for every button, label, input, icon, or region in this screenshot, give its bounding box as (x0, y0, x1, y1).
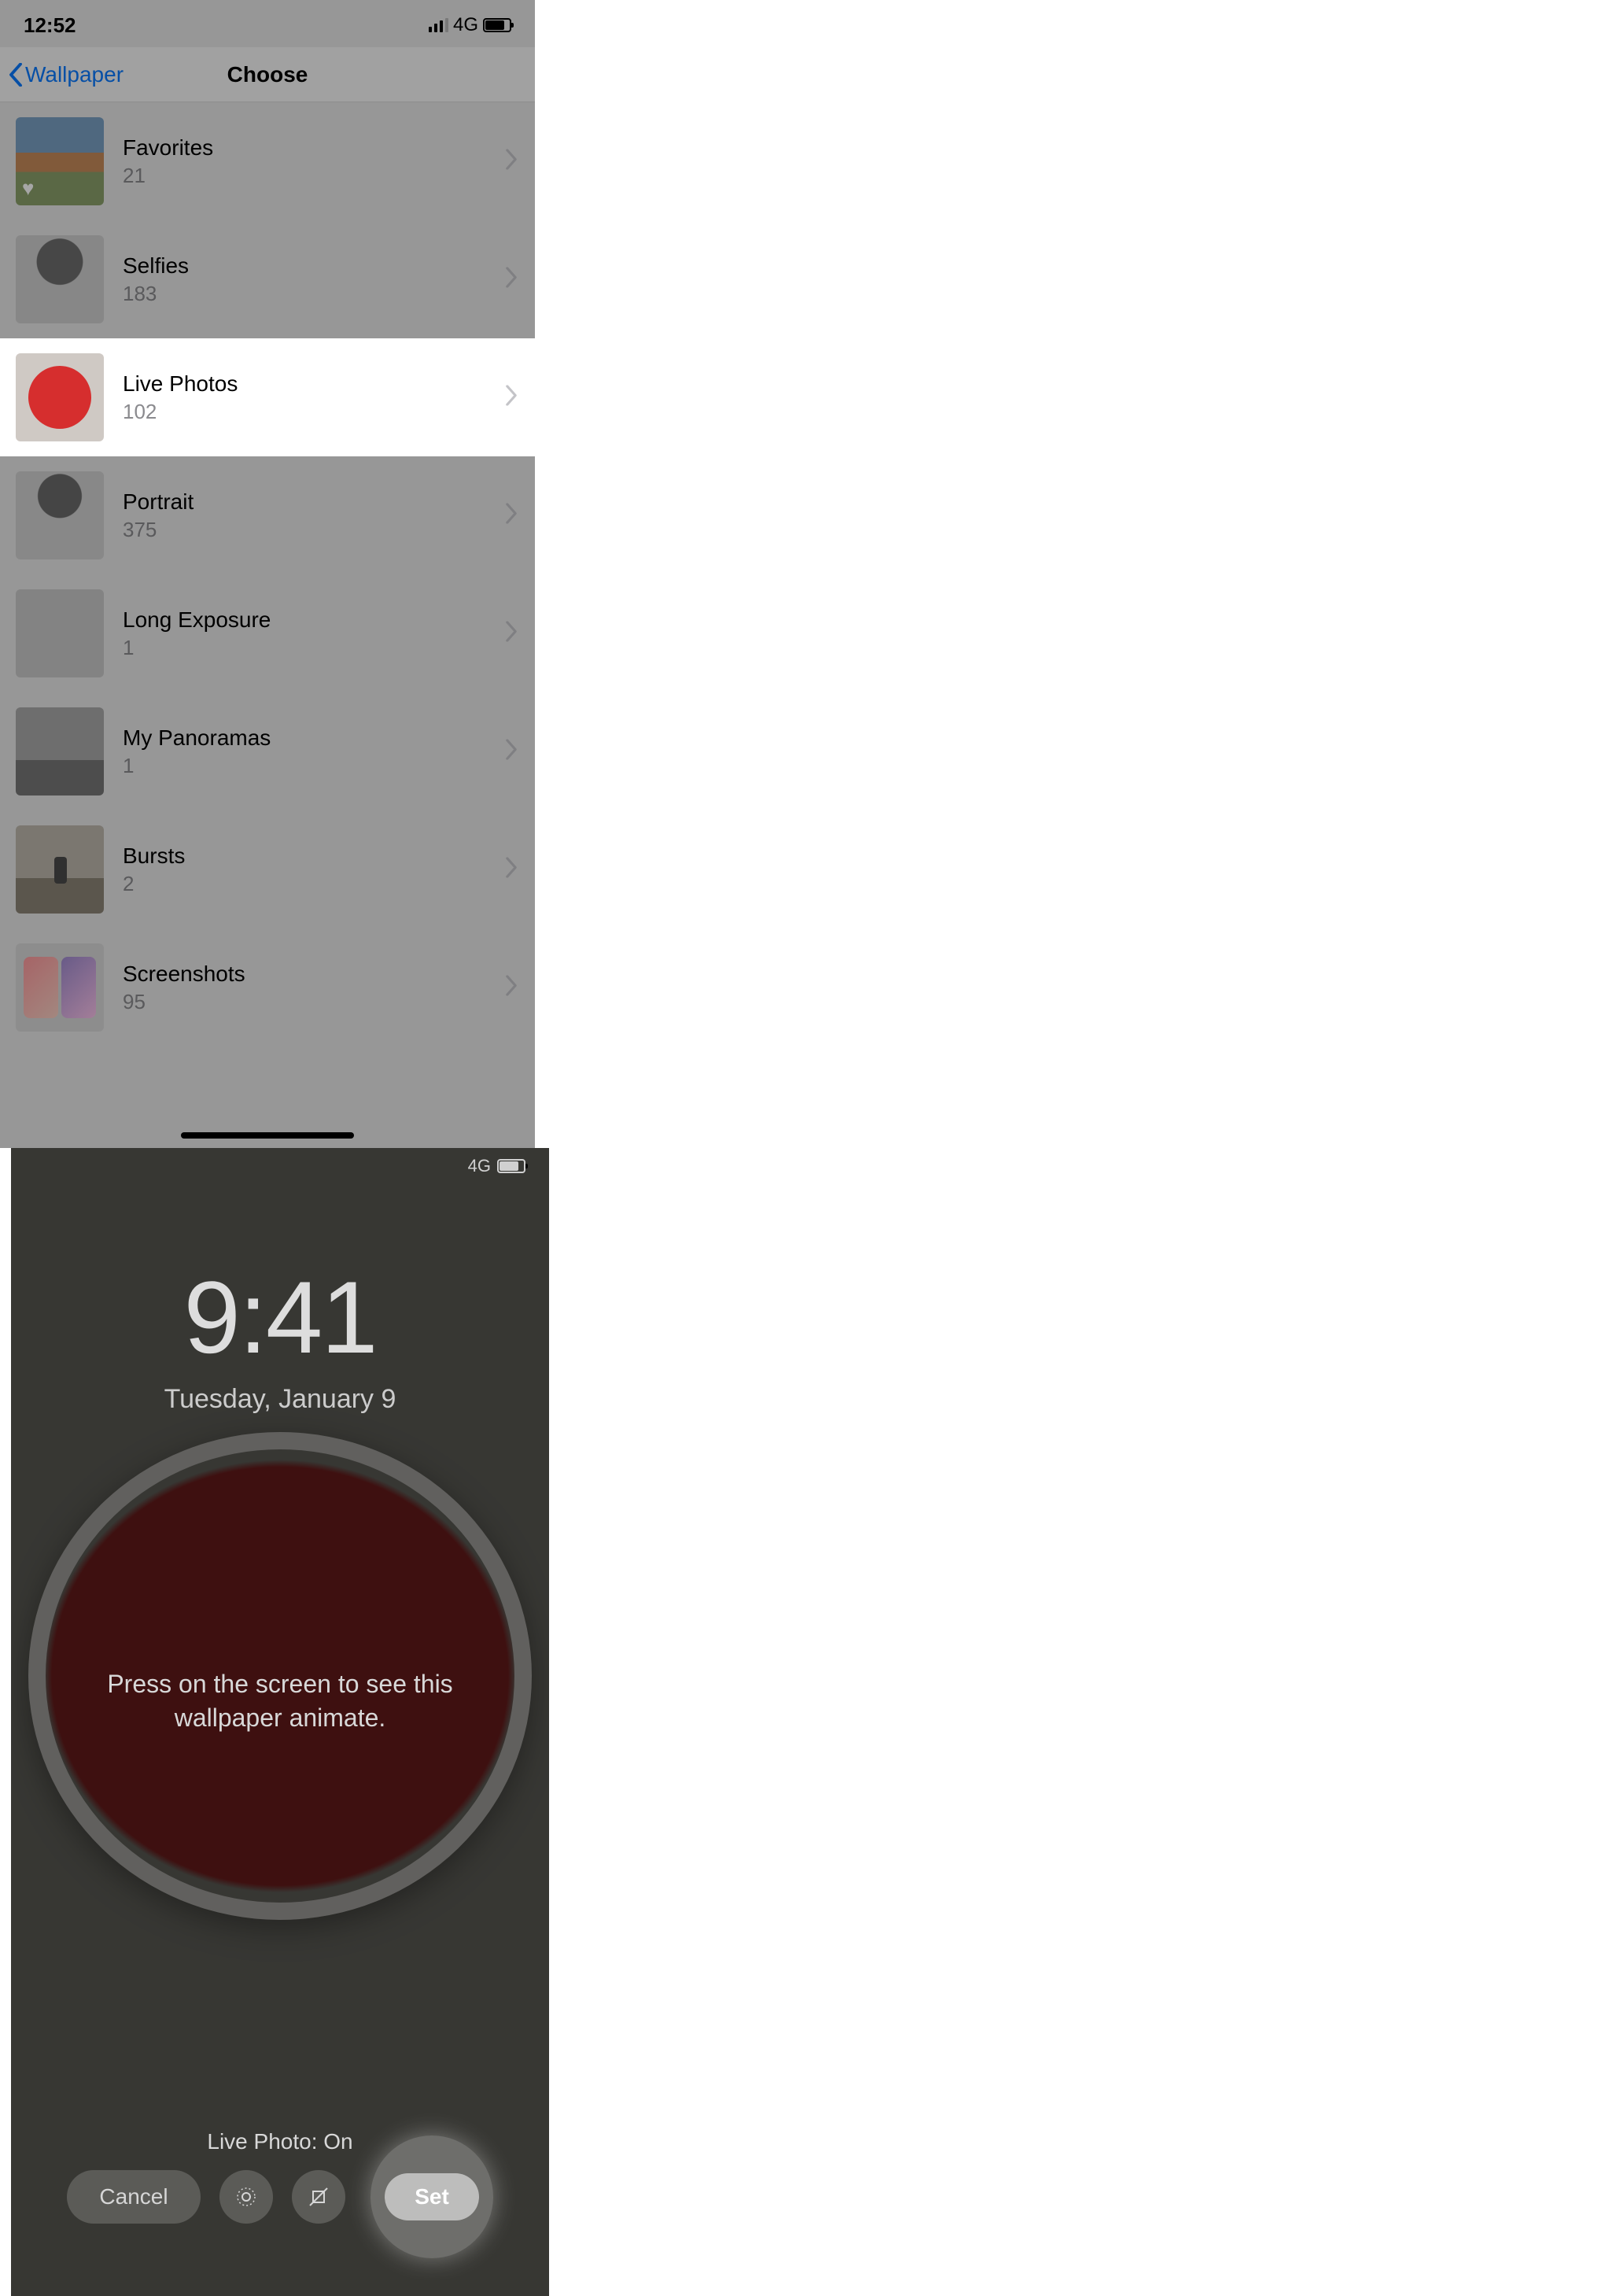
album-text: Screenshots 95 (123, 962, 245, 1014)
album-title: Bursts (123, 843, 185, 869)
bottom-controls: Cancel Set (11, 2135, 549, 2258)
lock-time: 9:41 (11, 1258, 549, 1376)
album-text: Long Exposure 1 (123, 607, 271, 660)
album-thumbnail (16, 235, 104, 323)
album-text: Portrait 375 (123, 489, 194, 542)
album-text: Selfies 183 (123, 253, 189, 306)
album-bursts[interactable]: Bursts 2 (0, 810, 535, 928)
album-my-panoramas[interactable]: My Panoramas 1 (0, 692, 535, 810)
album-count: 1 (123, 754, 271, 778)
chevron-right-icon (505, 268, 518, 292)
chevron-right-icon (505, 976, 518, 1000)
battery-icon (497, 1159, 525, 1173)
battery-icon (483, 18, 511, 32)
album-portrait[interactable]: Portrait 375 (0, 456, 535, 574)
perspective-toggle[interactable] (292, 2170, 345, 2224)
status-bar: 12:52 4G (0, 0, 535, 47)
album-title: Portrait (123, 489, 194, 515)
album-selfies[interactable]: Selfies 183 (0, 220, 535, 338)
home-indicator[interactable] (181, 1132, 354, 1139)
network-label: 4G (453, 14, 478, 36)
chevron-right-icon (505, 504, 518, 528)
album-text: My Panoramas 1 (123, 725, 271, 778)
cancel-label: Cancel (99, 2184, 168, 2209)
chevron-right-icon (505, 386, 518, 410)
chevron-right-icon (505, 149, 518, 174)
album-screenshots[interactable]: Screenshots 95 (0, 928, 535, 1046)
album-text: Bursts 2 (123, 843, 185, 896)
signal-icon (429, 18, 448, 32)
network-label: 4G (468, 1156, 491, 1176)
album-text: Favorites 21 (123, 135, 213, 188)
live-photo-icon (234, 2185, 258, 2209)
album-live-photos[interactable]: Live Photos 102 (0, 338, 535, 456)
album-title: Live Photos (123, 371, 238, 397)
album-thumbnail (16, 825, 104, 914)
album-thumbnail (16, 471, 104, 559)
set-label: Set (415, 2184, 449, 2209)
album-thumbnail (16, 707, 104, 795)
album-favorites[interactable]: Favorites 21 (0, 102, 535, 220)
album-title: Screenshots (123, 962, 245, 987)
album-count: 2 (123, 872, 185, 896)
cancel-button[interactable]: Cancel (67, 2170, 201, 2224)
album-title: My Panoramas (123, 725, 271, 751)
album-title: Long Exposure (123, 607, 271, 633)
album-text: Live Photos 102 (123, 371, 238, 424)
choose-album-screen: 12:52 4G Wallpaper Choose Favorites 21 S… (0, 0, 535, 1148)
album-count: 375 (123, 518, 194, 542)
wallpaper-preview-screen: 4G 9:41 Tuesday, January 9 Press on the … (11, 1148, 549, 2296)
status-time: 12:52 (24, 13, 76, 38)
album-thumbnail (16, 353, 104, 441)
album-count: 183 (123, 282, 189, 306)
animate-hint: Press on the screen to see this wallpape… (11, 1667, 549, 1735)
album-count: 21 (123, 164, 213, 188)
status-bar: 4G (11, 1156, 549, 1176)
album-thumbnail (16, 117, 104, 205)
chevron-right-icon (505, 858, 518, 882)
status-right: 4G (429, 14, 511, 36)
album-thumbnail (16, 943, 104, 1032)
set-button[interactable]: Set (385, 2173, 479, 2220)
set-button-highlight: Set (370, 2135, 493, 2258)
page-title: Choose (0, 62, 535, 87)
album-title: Selfies (123, 253, 189, 279)
album-count: 1 (123, 636, 271, 660)
album-list: Favorites 21 Selfies 183 Live Photos 102… (0, 102, 535, 1046)
live-photo-toggle[interactable] (219, 2170, 273, 2224)
chevron-right-icon (505, 740, 518, 764)
album-title: Favorites (123, 135, 213, 161)
lock-date: Tuesday, January 9 (11, 1384, 549, 1415)
nav-bar: Wallpaper Choose (0, 47, 535, 102)
album-thumbnail (16, 589, 104, 677)
album-count: 95 (123, 990, 245, 1014)
album-long-exposure[interactable]: Long Exposure 1 (0, 574, 535, 692)
chevron-right-icon (505, 622, 518, 646)
album-count: 102 (123, 400, 238, 424)
perspective-icon (308, 2186, 330, 2208)
